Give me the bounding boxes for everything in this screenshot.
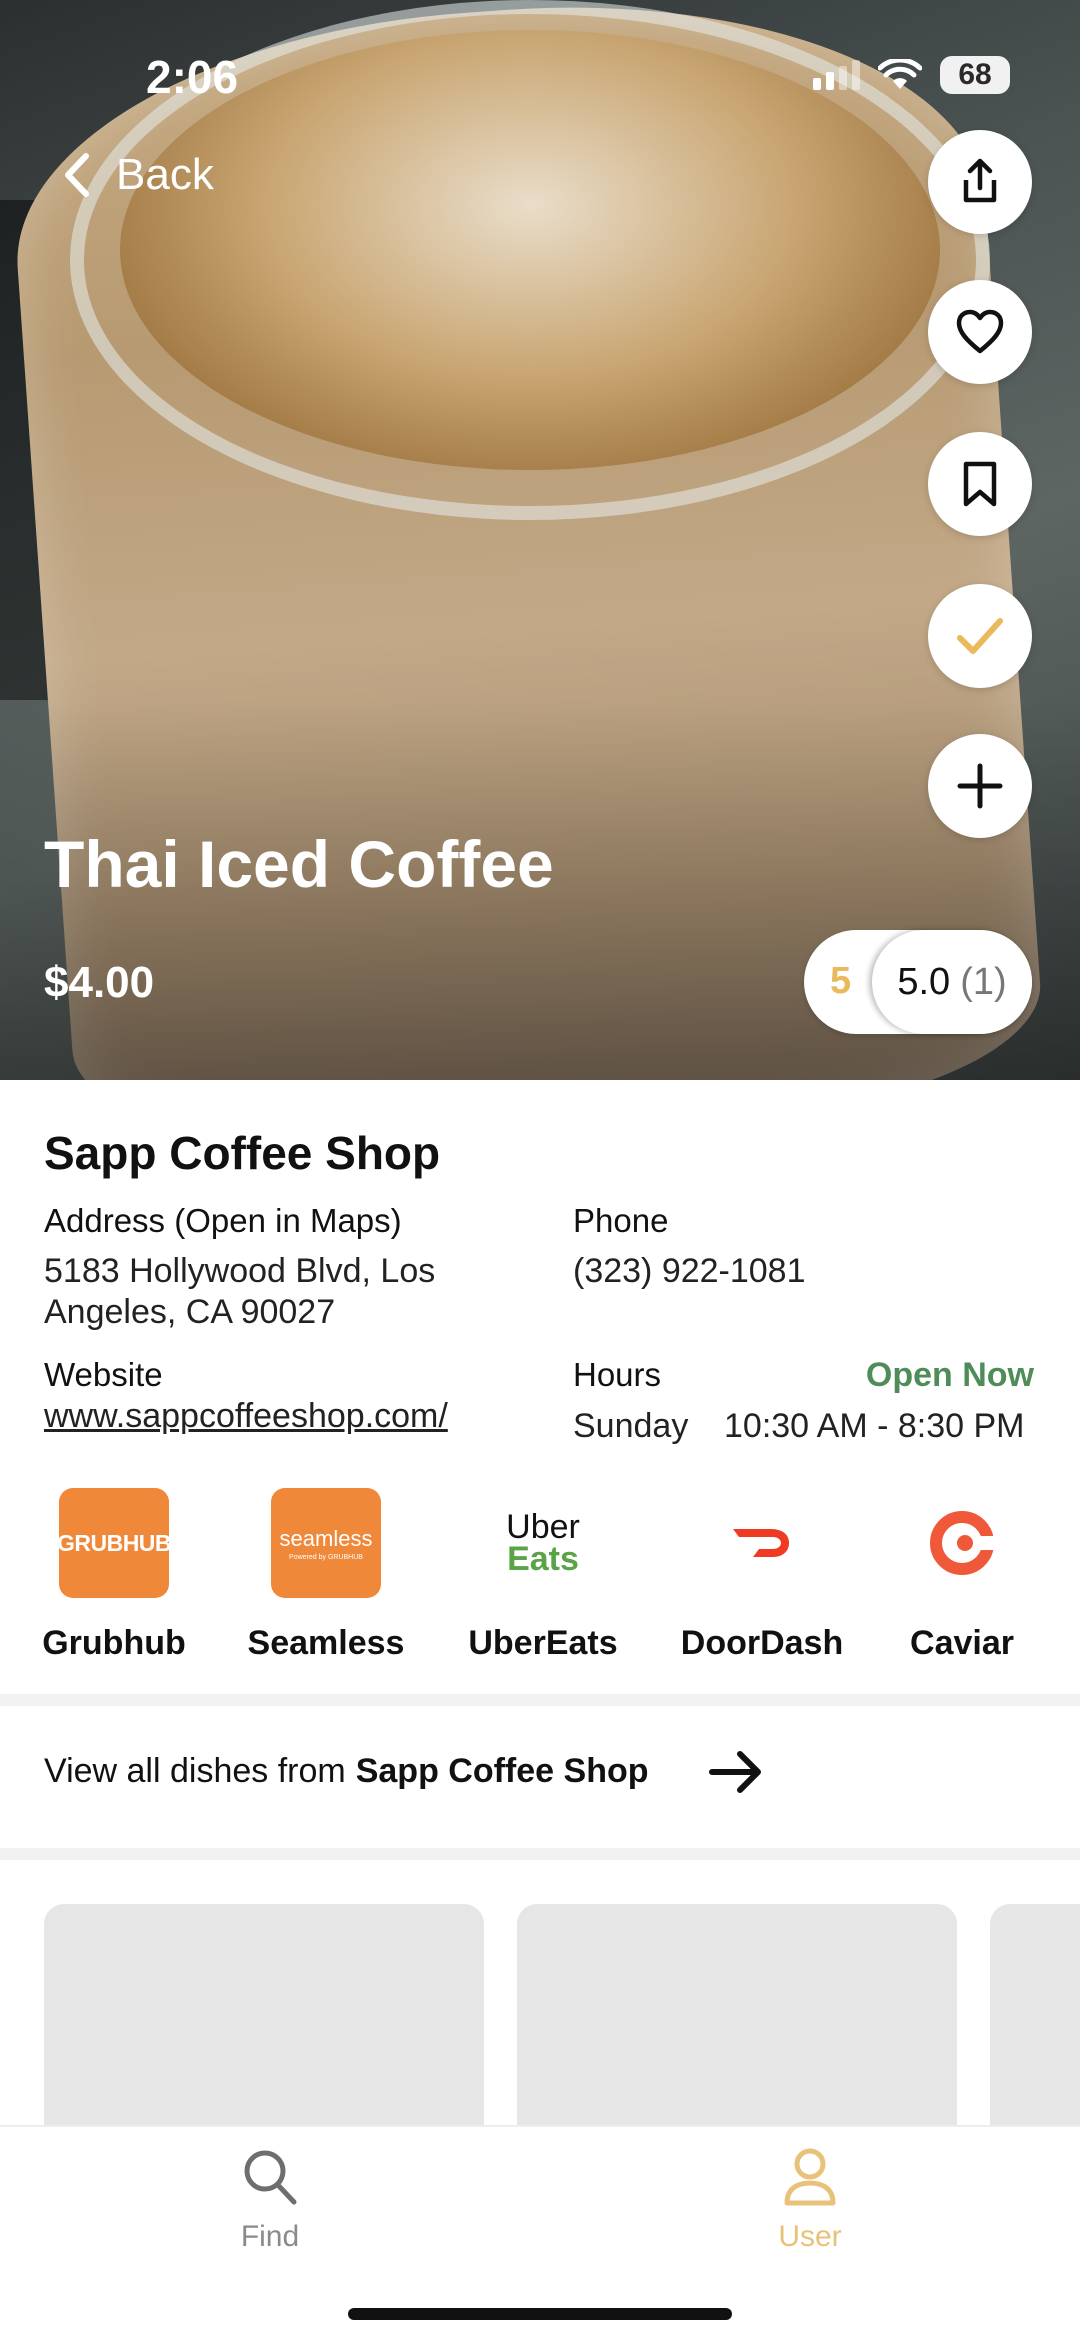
search-icon — [244, 2150, 297, 2205]
back-label: Back — [116, 150, 214, 199]
service-name: Seamless — [247, 1624, 405, 1662]
grubhub-logo-icon: GRUBHUB — [57, 1488, 172, 1598]
service-name: Caviar — [910, 1624, 1014, 1662]
signal-icon — [813, 60, 860, 90]
average-rating-value: 5.0 — [897, 960, 951, 1003]
dish-title: Thai Iced Coffee — [44, 827, 554, 901]
seamless-logo-icon: seamless Powered by GRUBHUB — [271, 1488, 381, 1598]
share-button[interactable] — [928, 130, 1032, 234]
service-doordash[interactable]: DoorDash — [662, 1488, 862, 1663]
status-time: 2:06 — [146, 51, 239, 103]
phone-number[interactable]: (323) 922-1081 — [573, 1251, 806, 1292]
view-all-prefix: View all dishes from — [44, 1752, 346, 1790]
service-ubereats[interactable]: Uber Eats UberEats — [443, 1488, 643, 1663]
service-name: UberEats — [468, 1624, 618, 1662]
bookmark-icon — [963, 461, 997, 507]
checkmark-icon — [957, 618, 1003, 654]
tab-user[interactable]: User — [710, 2147, 910, 2254]
section-divider — [0, 1694, 1080, 1706]
shop-name: Sapp Coffee Shop — [44, 1127, 441, 1179]
service-seamless[interactable]: seamless Powered by GRUBHUB Seamless — [226, 1488, 426, 1663]
open-status: Open Now — [865, 1356, 1034, 1394]
doordash-logo-icon — [707, 1488, 817, 1598]
favorite-button[interactable] — [928, 280, 1032, 384]
website-link[interactable]: www.sappcoffeeshop.com/ — [44, 1396, 448, 1437]
back-button[interactable]: Back — [60, 150, 214, 200]
section-divider — [0, 1848, 1080, 1860]
heart-icon — [956, 309, 1004, 354]
service-name: DoorDash — [680, 1624, 844, 1662]
home-indicator — [348, 2308, 732, 2320]
view-all-dishes-link[interactable]: View all dishes from Sapp Coffee Shop — [44, 1751, 761, 1793]
service-caviar[interactable]: Caviar — [862, 1488, 1062, 1663]
view-all-shop: Sapp Coffee Shop — [355, 1752, 649, 1790]
plus-icon — [957, 763, 1003, 809]
rating-pill[interactable]: 5 5.0 (1) — [804, 930, 1032, 1034]
arrow-right-icon — [709, 1751, 761, 1793]
hours-time: 10:30 AM - 8:30 PM — [724, 1407, 1025, 1445]
address-label[interactable]: Address (Open in Maps) — [44, 1202, 402, 1240]
your-rating: 5 — [830, 960, 852, 1002]
address-line-1[interactable]: 5183 Hollywood Blvd, Los — [44, 1251, 435, 1292]
dish-card-placeholder[interactable] — [44, 1904, 484, 2144]
delivery-services: GRUBHUB Grubhub seamless Powered by GRUB… — [0, 1488, 1080, 1668]
service-name: Grubhub — [42, 1624, 186, 1662]
dish-price: $4.00 — [44, 958, 155, 1007]
share-icon — [963, 158, 997, 203]
tab-find-label: Find — [240, 2220, 300, 2253]
tried-button[interactable] — [928, 584, 1032, 688]
dish-card-placeholder[interactable] — [990, 1904, 1080, 2144]
ubereats-logo-icon: Uber Eats — [506, 1508, 580, 1578]
phone-label: Phone — [573, 1202, 669, 1239]
caviar-logo-icon — [907, 1488, 1017, 1598]
hours-label: Hours — [573, 1356, 662, 1393]
dish-card-placeholder[interactable] — [517, 1904, 957, 2144]
tab-user-label: User — [778, 2220, 842, 2253]
user-icon — [784, 2148, 836, 2206]
address-line-2[interactable]: Angeles, CA 90027 — [44, 1292, 335, 1333]
wifi-icon — [878, 59, 922, 89]
status-icons: 68 — [813, 56, 1010, 94]
tab-find[interactable]: Find — [170, 2147, 370, 2254]
rating-count: (1) — [960, 960, 1007, 1003]
average-rating: 5.0 (1) — [872, 930, 1032, 1034]
add-button[interactable] — [928, 734, 1032, 838]
battery-indicator: 68 — [940, 56, 1010, 94]
service-grubhub[interactable]: GRUBHUB Grubhub — [14, 1488, 214, 1663]
website-label: Website — [44, 1356, 163, 1393]
hours-day: Sunday — [573, 1407, 689, 1445]
chevron-left-icon — [65, 153, 89, 197]
bookmark-button[interactable] — [928, 432, 1032, 536]
